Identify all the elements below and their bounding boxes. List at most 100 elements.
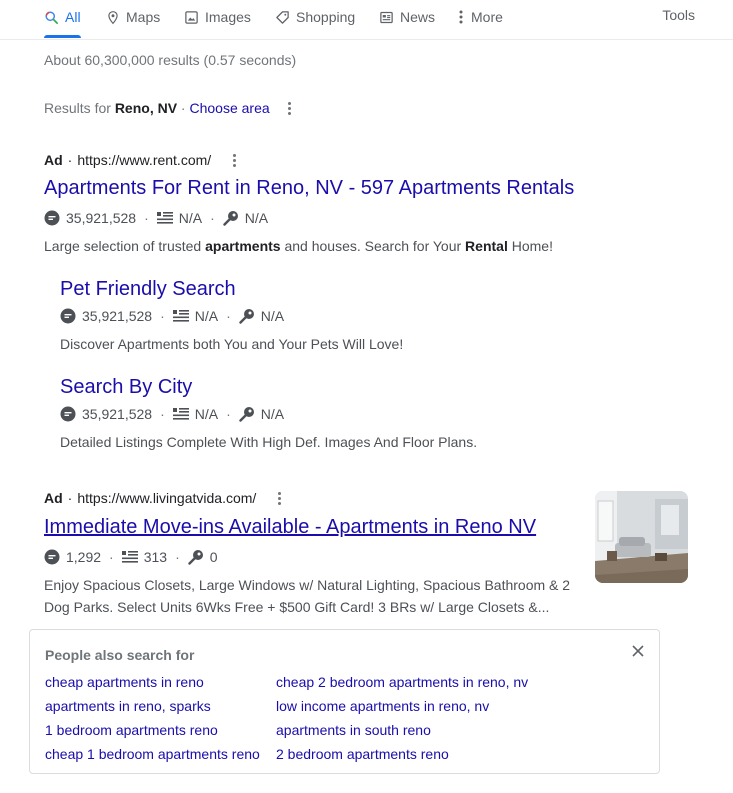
map-pin-icon <box>105 10 120 25</box>
close-icon[interactable] <box>631 644 645 658</box>
tab-maps[interactable]: Maps <box>105 7 160 27</box>
sitelink1-key: N/A <box>260 308 285 324</box>
ad2-description: Enjoy Spacious Closets, Large Windows w/… <box>44 574 570 618</box>
separator-dot: · <box>226 308 231 324</box>
sitelink1-description: Discover Apartments both You and Your Pe… <box>60 336 404 352</box>
tab-images[interactable]: Images <box>184 7 251 27</box>
review-bubble-icon <box>60 308 76 324</box>
active-tab-indicator <box>44 35 81 38</box>
ad1-url[interactable]: https://www.rent.com/ <box>77 152 211 168</box>
sitelink2-key: N/A <box>260 406 285 422</box>
tab-more-label: More <box>471 9 503 25</box>
sitelink2-listing: N/A <box>194 406 219 422</box>
sitelink2-meta: 35,921,528 · N/A · N/A <box>60 406 284 422</box>
sitelink-pet-friendly[interactable]: Pet Friendly Search <box>60 278 236 301</box>
listing-icon <box>156 210 173 226</box>
ad1-count: 35,921,528 <box>66 210 137 226</box>
related-search-link[interactable]: cheap apartments in reno <box>45 674 204 690</box>
review-bubble-icon <box>60 406 76 422</box>
ad1-key: N/A <box>244 210 269 226</box>
related-search-link[interactable]: 1 bedroom apartments reno <box>45 722 218 738</box>
review-bubble-icon <box>44 210 60 226</box>
sitelink2-description: Detailed Listings Complete With High Def… <box>60 434 478 450</box>
tab-news[interactable]: News <box>379 7 435 27</box>
ad1-listing: N/A <box>178 210 203 226</box>
separator-dot: · <box>144 210 149 226</box>
tab-more[interactable]: More <box>457 7 503 27</box>
related-search-link[interactable]: apartments in south reno <box>276 722 431 738</box>
listing-icon <box>172 406 189 422</box>
people-also-search-panel: People also search for cheap apartments … <box>29 629 660 774</box>
image-icon <box>184 10 199 25</box>
sitelink-search-by-city[interactable]: Search By City <box>60 376 192 399</box>
search-icon <box>44 10 59 25</box>
related-search-link[interactable]: 2 bedroom apartments reno <box>276 746 449 762</box>
related-search-link[interactable]: cheap 2 bedroom apartments in reno, nv <box>276 674 528 690</box>
sitelink1-meta: 35,921,528 · N/A · N/A <box>60 308 284 324</box>
ad1-options-icon[interactable] <box>233 153 237 167</box>
listing-icon <box>172 308 189 324</box>
ad2-url[interactable]: https://www.livingatvida.com/ <box>77 490 256 506</box>
sitelink2-count: 35,921,528 <box>82 406 153 422</box>
ad2-title-link[interactable]: Immediate Move-ins Available - Apartment… <box>44 516 536 539</box>
ad-dot: · <box>67 152 73 168</box>
key-icon <box>239 406 255 422</box>
ad1-meta: 35,921,528 · N/A · N/A <box>44 210 268 226</box>
sitelink1-listing: N/A <box>194 308 219 324</box>
ad-label: Ad <box>44 152 63 168</box>
ad2-key: 0 <box>209 549 218 565</box>
ad2-meta: 1,292 · 313 · 0 <box>44 549 218 565</box>
separator-dot: · <box>175 549 180 565</box>
sitelink1-count: 35,921,528 <box>82 308 153 324</box>
ad1-header: Ad · https://www.rent.com/ <box>44 152 237 168</box>
more-vert-icon <box>457 10 465 25</box>
tab-maps-label: Maps <box>126 9 161 25</box>
ad2-desc-line2: Dog Parks. Select Units 6Wks Free + $500… <box>44 599 550 615</box>
ad-dot: · <box>67 490 73 506</box>
related-search-link[interactable]: apartments in reno, sparks <box>45 698 211 714</box>
review-bubble-icon <box>44 549 60 565</box>
tools-button[interactable]: Tools <box>662 7 695 23</box>
tab-images-label: Images <box>205 9 251 25</box>
separator-dot: · <box>226 406 231 422</box>
separator-dot: · <box>160 308 165 324</box>
tab-shopping-label: Shopping <box>296 9 356 25</box>
related-search-link[interactable]: low income apartments in reno, nv <box>276 698 489 714</box>
news-icon <box>379 10 394 25</box>
desc-bold: apartments <box>205 238 281 254</box>
tab-all[interactable]: All <box>44 7 81 27</box>
desc-text: and houses. Search for Your <box>280 238 466 254</box>
ad1-description: Large selection of trusted apartments an… <box>44 235 553 257</box>
separator-dot: · <box>160 406 165 422</box>
location-separator: · <box>177 100 190 116</box>
ad2-header: Ad · https://www.livingatvida.com/ <box>44 490 282 506</box>
desc-text: Large selection of trusted <box>44 238 206 254</box>
ad2-desc-line1: Enjoy Spacious Closets, Large Windows w/… <box>44 577 571 593</box>
location-prefix: Results for <box>44 100 115 116</box>
choose-area-link[interactable]: Choose area <box>190 100 270 116</box>
key-icon <box>188 549 204 565</box>
apartment-thumbnail-image[interactable] <box>595 491 688 583</box>
location-place: Reno, NV <box>114 100 178 116</box>
tab-shopping[interactable]: Shopping <box>275 7 355 27</box>
ad2-count: 1,292 <box>66 549 102 565</box>
tab-all-label: All <box>65 9 81 25</box>
ad1-title-link[interactable]: Apartments For Rent in Reno, NV - 597 Ap… <box>44 177 574 200</box>
separator-dot: · <box>109 549 114 565</box>
key-icon <box>223 210 239 226</box>
location-options-icon[interactable] <box>287 101 291 115</box>
tab-news-label: News <box>400 9 436 25</box>
desc-bold: Rental <box>465 238 508 254</box>
tag-icon <box>275 10 290 25</box>
location-line: Results for Reno, NV · Choose area <box>44 100 291 116</box>
related-search-link[interactable]: cheap 1 bedroom apartments reno <box>45 746 260 762</box>
ad2-options-icon[interactable] <box>278 491 282 505</box>
separator-dot: · <box>210 210 215 226</box>
ad2-listing: 313 <box>143 549 168 565</box>
people-also-search-title: People also search for <box>45 647 195 663</box>
result-stats: About 60,300,000 results (0.57 seconds) <box>44 52 297 68</box>
listing-icon <box>121 549 138 565</box>
ad-label: Ad <box>44 490 63 506</box>
desc-text: Home! <box>507 238 553 254</box>
search-tabs-bar: All Maps Images Shopping News More Tools <box>0 0 733 40</box>
